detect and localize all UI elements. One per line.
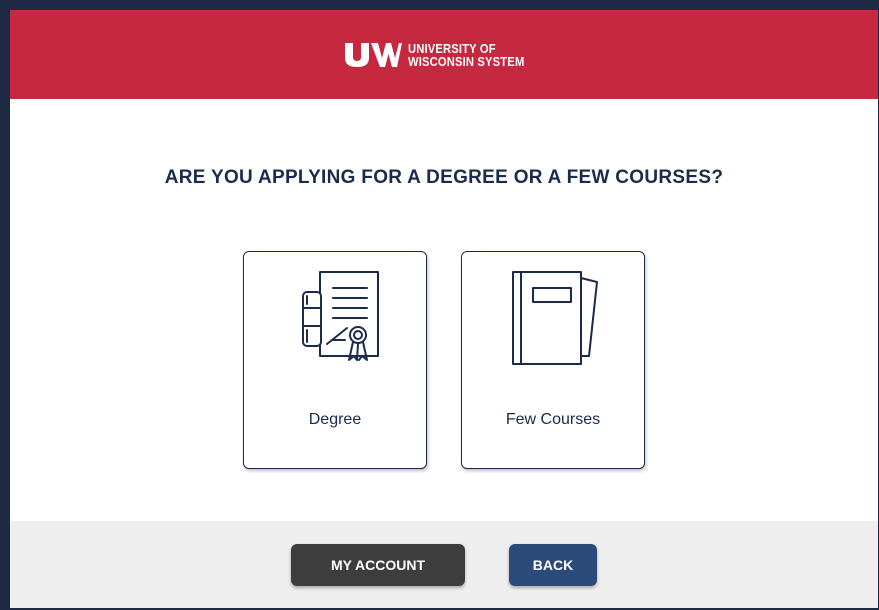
uw-logo: UNIVERSITY OF WISCONSIN SYSTEM [344, 42, 543, 68]
application-type-dialog: UNIVERSITY OF WISCONSIN SYSTEM ARE YOU A… [10, 10, 878, 608]
uw-logo-mark-icon [345, 42, 403, 67]
book-icon [512, 271, 598, 365]
footer-bar: MY ACCOUNT BACK [10, 521, 878, 608]
header-bar: UNIVERSITY OF WISCONSIN SYSTEM [10, 10, 878, 99]
back-button[interactable]: BACK [509, 543, 597, 586]
few-courses-option-card[interactable]: Few Courses [461, 251, 645, 469]
my-account-button[interactable]: MY ACCOUNT [291, 543, 465, 586]
diploma-icon [302, 271, 379, 361]
degree-option-label: Degree [308, 411, 362, 428]
option-cards: Degree Few Courses [10, 251, 878, 469]
logo-line-2: WISCONSIN SYSTEM [408, 53, 525, 69]
few-courses-option-label: Few Courses [505, 411, 601, 428]
degree-option-card[interactable]: Degree [243, 251, 427, 469]
logo-wordmark: UNIVERSITY OF WISCONSIN SYSTEM [408, 42, 524, 68]
page-title: ARE YOU APPLYING FOR A DEGREE OR A FEW C… [164, 167, 724, 188]
